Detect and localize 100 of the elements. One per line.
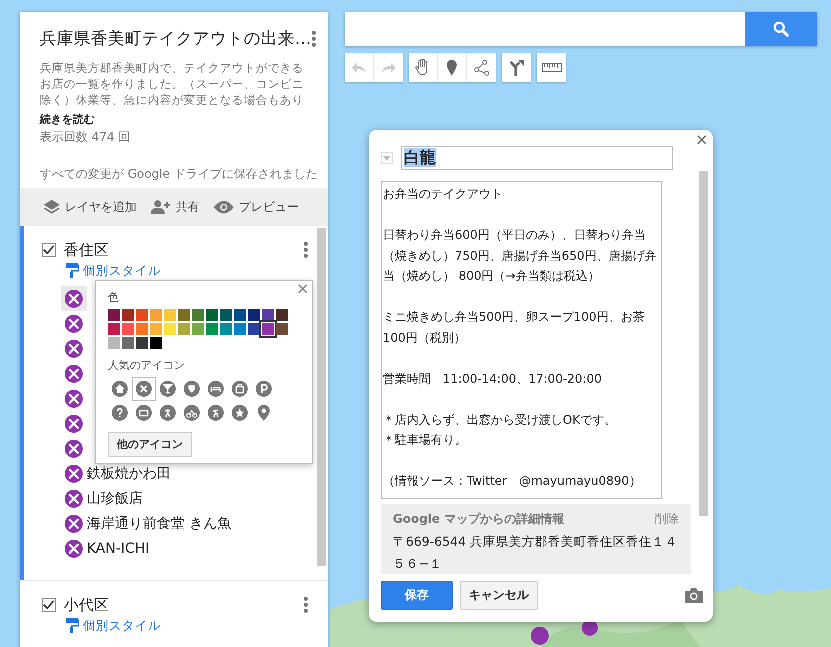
color-swatch[interactable] [178, 323, 190, 335]
measure-button[interactable] [537, 53, 566, 82]
fork-knife-icon [65, 314, 83, 332]
color-swatch[interactable] [122, 309, 134, 321]
color-swatch[interactable] [262, 323, 274, 335]
color-swatch[interactable] [122, 323, 134, 335]
undo-button[interactable] [345, 53, 374, 82]
title-field[interactable]: 白龍 [401, 146, 673, 170]
description-text: お弁当のテイクアウト [383, 186, 504, 203]
draw-line-button[interactable] [467, 53, 496, 82]
layer-checkbox[interactable] [42, 243, 56, 257]
close-icon[interactable] [697, 135, 707, 145]
pin-icon [258, 405, 270, 421]
description-text: ミニ焼きめし弁当500円、卵スープ100円、お茶100円（税別） [383, 309, 646, 346]
eye-icon [214, 200, 234, 214]
scrollbar[interactable] [699, 171, 708, 516]
color-swatch[interactable] [248, 309, 260, 321]
person-icon [160, 405, 176, 421]
layer-name: 香住区 [64, 240, 110, 260]
search-field[interactable] [345, 12, 745, 46]
color-swatch[interactable] [206, 323, 218, 335]
fork-knife-icon [65, 440, 83, 458]
fork-knife-icon [65, 490, 83, 508]
fork-knife-icon [65, 340, 83, 358]
color-swatch[interactable] [234, 309, 246, 321]
map-description: 兵庫県美方郡香美町内で、テイクアウトができるお店の一覧を作りました。（スーパー、コンビニ除く）休業等、急に内容が変更となる場合もあり [40, 60, 305, 108]
layer-checkbox[interactable] [42, 598, 56, 612]
bed-icon [208, 381, 224, 397]
search-button[interactable] [745, 12, 817, 46]
description-field[interactable]: お弁当のテイクアウト 日替わり弁当600円（平日のみ）、日替わり弁当（焼きめし）750円、唐揚げ弁当650円、唐揚げ弁当（焼めし） 800円（→弁当類は税込） ミニ焼きめし弁当500円、卵スープ100円、お茶100円（税別） 営業時間 11:00-14:00、17:00-20:00 ＊店内入らず、出窓から受け渡しOKです。 ＊駐車場有り。 （情報ソース：Twitter @mayumayu0890） [381, 181, 662, 499]
color-swatch[interactable] [108, 323, 120, 335]
place-item[interactable]: KAN-ICHI [24, 536, 154, 561]
color-swatch[interactable] [150, 323, 162, 335]
redo-icon [382, 62, 396, 72]
paint-roller-icon [66, 618, 79, 633]
color-swatch[interactable] [206, 309, 218, 321]
search-icon [773, 21, 789, 37]
read-more-link[interactable]: 続きを読む [40, 112, 95, 127]
individual-style-link[interactable]: 個別スタイル [83, 263, 161, 278]
question-icon [112, 405, 128, 421]
color-swatch[interactable] [220, 309, 232, 321]
place-item[interactable] [61, 286, 87, 311]
parking-icon [256, 381, 272, 397]
color-swatch[interactable] [150, 337, 162, 349]
color-swatch[interactable] [234, 323, 246, 335]
layer-name: 小代区 [64, 596, 110, 614]
place-item[interactable]: 鉄板焼かわ田 [24, 461, 175, 486]
color-swatch[interactable] [164, 309, 176, 321]
color-swatch[interactable] [164, 323, 176, 335]
redo-button[interactable] [374, 53, 403, 82]
color-swatch[interactable] [136, 309, 148, 321]
more-icon[interactable] [304, 242, 308, 258]
fork-knife-icon [65, 514, 83, 532]
color-swatch[interactable] [136, 323, 148, 335]
color-swatch[interactable] [108, 337, 120, 349]
color-swatch[interactable] [276, 309, 288, 321]
share-button[interactable]: 共有 [147, 198, 204, 216]
fork-knife-icon [65, 390, 83, 408]
description-text: 日替わり弁当600円（平日のみ）、日替わり弁当（焼きめし）750円、唐揚げ弁当650円、唐揚げ弁当（焼めし） 800円（→弁当類は税込） [383, 227, 658, 285]
cancel-button[interactable]: キャンセル [460, 581, 538, 610]
hand-tool-button[interactable] [409, 53, 438, 82]
fork-knife-icon [65, 414, 83, 432]
cocktail-icon [160, 381, 176, 397]
save-button[interactable]: 保存 [381, 581, 453, 610]
shield-icon [184, 381, 200, 397]
more-icon[interactable] [312, 31, 316, 47]
description-text: （情報ソース：Twitter @mayumayu0890） [383, 473, 642, 490]
color-swatch[interactable] [192, 323, 204, 335]
color-swatch[interactable] [136, 337, 148, 349]
place-item[interactable]: 海岸通り前食堂 きん魚 [24, 511, 236, 536]
ruler-icon [542, 63, 562, 72]
add-layer-button[interactable]: レイヤを追加 [40, 198, 141, 216]
description-text: ＊店内入らず、出窓から受け渡しOKです。 [383, 412, 618, 428]
color-swatch[interactable] [150, 309, 162, 321]
layers-icon [44, 200, 60, 214]
color-swatch[interactable] [122, 337, 134, 349]
color-swatch[interactable] [262, 309, 274, 321]
place-item[interactable]: 山珍飯店 [24, 486, 147, 511]
color-swatch[interactable] [248, 323, 260, 335]
address-text: 〒669-6544 兵庫県美方郡香美町香住区香住１４５６−１ [393, 533, 679, 573]
scrollbar[interactable] [317, 228, 326, 566]
description-text: 営業時間 11:00-14:00、17:00-20:00 [383, 370, 603, 388]
directions-button[interactable] [502, 53, 531, 82]
color-swatch[interactable] [178, 309, 190, 321]
icon-option[interactable] [132, 377, 156, 401]
marker-button[interactable] [438, 53, 467, 82]
fork-knife-icon [65, 540, 83, 558]
individual-style-link[interactable]: 個別スタイル [83, 618, 161, 633]
more-icons-button[interactable]: 他のアイコン [108, 432, 192, 457]
close-icon[interactable] [298, 284, 308, 294]
color-swatch[interactable] [108, 309, 120, 321]
undo-icon [352, 62, 366, 72]
preview-button[interactable]: プレビュー [210, 198, 303, 216]
color-swatch[interactable] [276, 323, 288, 335]
color-swatch[interactable] [220, 323, 232, 335]
color-label: 色 [108, 290, 120, 305]
bicycle-icon [184, 405, 200, 421]
dropdown-icon[interactable] [381, 152, 393, 164]
color-swatch[interactable] [192, 309, 204, 321]
more-icon[interactable] [304, 597, 308, 613]
